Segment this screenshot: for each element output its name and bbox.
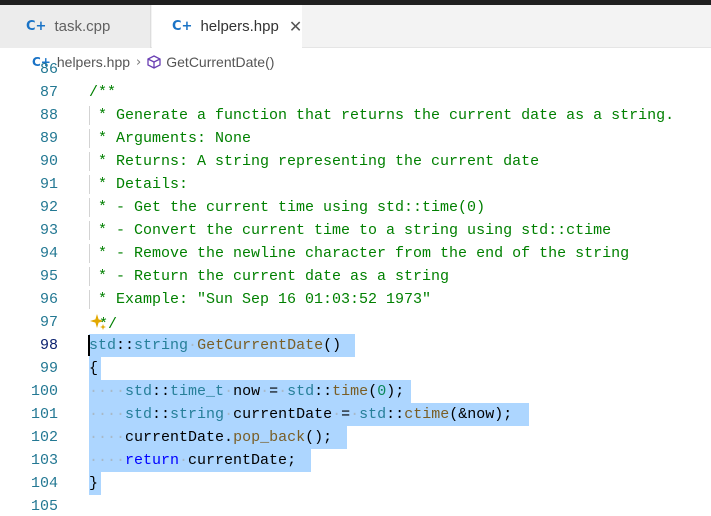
tab-helpers-hpp[interactable]: C+ helpers.hpp ✕: [152, 5, 302, 49]
code-line[interactable]: 91 * Details:: [0, 173, 711, 196]
code-line[interactable]: 87 /**: [0, 81, 711, 104]
comment-text: * - Remove the newline character from th…: [89, 245, 630, 262]
line-number: 100: [30, 383, 58, 400]
comment-text: * Returns: A string representing the cur…: [89, 153, 540, 170]
line-number: 101: [30, 406, 58, 423]
code-line[interactable]: 105: [0, 495, 711, 516]
c-plus-plus-file-icon: C+: [26, 19, 47, 34]
code-line[interactable]: 96 * Example: "Sun Sep 16 01:03:52 1973": [0, 288, 711, 311]
comment-text: * Example: "Sun Sep 16 01:03:52 1973": [89, 291, 432, 308]
code-editor[interactable]: C+ helpers.hpp › GetCurrentDate() 86 87 …: [0, 48, 711, 516]
line-number: 86: [39, 61, 58, 78]
code-line[interactable]: 102 ····currentDate.pop_back();: [0, 426, 711, 449]
line-number: 90: [39, 153, 58, 170]
line-number: 102: [30, 429, 58, 446]
tab-task-cpp[interactable]: C+ task.cpp: [0, 5, 151, 48]
code-line[interactable]: 93 * - Convert the current time to a str…: [0, 219, 711, 242]
code-text: ····return·currentDate;: [89, 452, 297, 469]
line-number: 104: [30, 475, 58, 492]
code-line[interactable]: 86: [0, 58, 711, 81]
line-number: 93: [39, 222, 58, 239]
comment-text: /**: [89, 84, 117, 101]
line-number: 99: [39, 360, 58, 377]
line-number: 91: [39, 176, 58, 193]
comment-text: * - Return the current date as a string: [89, 268, 450, 285]
line-number: 95: [39, 268, 58, 285]
code-line[interactable]: 99 {: [0, 357, 711, 380]
comment-text: * Generate a function that returns the c…: [89, 107, 675, 124]
line-number: 96: [39, 291, 58, 308]
line-number: 103: [30, 452, 58, 469]
code-line[interactable]: 90 * Returns: A string representing the …: [0, 150, 711, 173]
code-line-current[interactable]: 98 std::string·GetCurrentDate(): [0, 334, 711, 357]
line-number: 94: [39, 245, 58, 262]
line-number: 88: [39, 107, 58, 124]
comment-text: * Arguments: None: [89, 130, 252, 147]
tab-label: helpers.hpp: [200, 18, 279, 35]
line-number: 92: [39, 199, 58, 216]
comment-end: */: [89, 313, 117, 333]
comment-text: * - Get the current time using std::time…: [89, 199, 486, 216]
code-line[interactable]: 103 ····return·currentDate;: [0, 449, 711, 472]
code-line[interactable]: 92 * - Get the current time using std::t…: [0, 196, 711, 219]
line-number: 105: [30, 498, 58, 515]
code-line[interactable]: 97 */: [0, 311, 711, 334]
code-text: }: [89, 475, 99, 492]
code-text: ····std::time_t·now·=·std::time(0);: [89, 383, 405, 400]
code-line[interactable]: 100 ····std::time_t·now·=·std::time(0);: [0, 380, 711, 403]
comment-close: */: [99, 315, 118, 333]
code-line[interactable]: 104 }: [0, 472, 711, 495]
tab-label: task.cpp: [54, 18, 111, 35]
line-number: 98: [39, 337, 58, 354]
code-text: ····std::string·currentDate·=·std::ctime…: [89, 406, 513, 423]
tab-bar: C+ task.cpp C+ helpers.hpp ✕: [0, 5, 711, 49]
comment-text: * Details:: [89, 176, 189, 193]
comment-text: * - Convert the current time to a string…: [89, 222, 612, 239]
code-line[interactable]: 101 ····std::string·currentDate·=·std::c…: [0, 403, 711, 426]
code-text: ····currentDate.pop_back();: [89, 429, 333, 446]
code-line[interactable]: 88 * Generate a function that returns th…: [0, 104, 711, 127]
line-number: 89: [39, 130, 58, 147]
code-line[interactable]: 95 * - Return the current date as a stri…: [0, 265, 711, 288]
close-icon[interactable]: ✕: [289, 17, 302, 36]
code-text: std::string·GetCurrentDate(): [89, 337, 342, 354]
c-plus-plus-file-icon: C+: [172, 19, 193, 34]
line-number: 97: [39, 314, 58, 331]
code-text: {: [89, 360, 99, 377]
code-line[interactable]: 94 * - Remove the newline character from…: [0, 242, 711, 265]
line-number: 87: [39, 84, 58, 101]
code-line[interactable]: 89 * Arguments: None: [0, 127, 711, 150]
